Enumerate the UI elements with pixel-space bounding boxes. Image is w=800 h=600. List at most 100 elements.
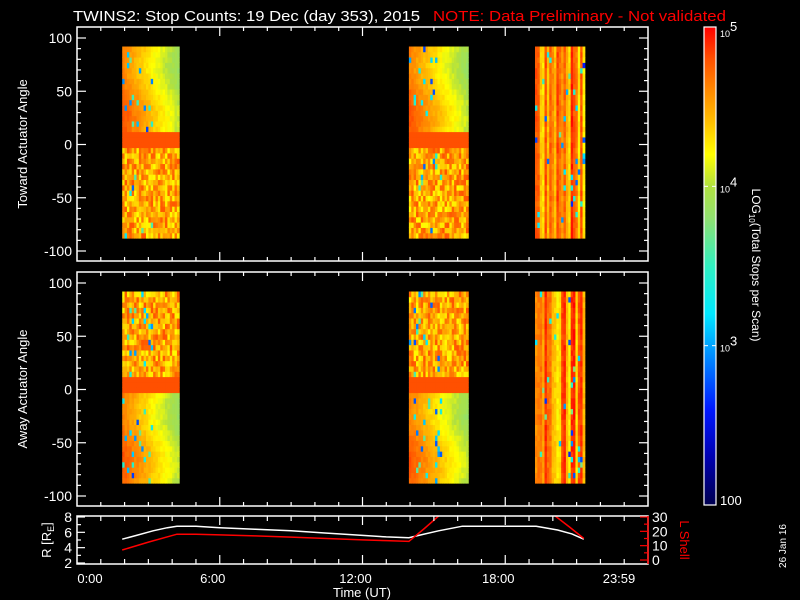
spectrogram-cell xyxy=(449,78,453,85)
spectrogram-cell xyxy=(556,62,560,69)
spectrogram-cell xyxy=(172,467,175,473)
spectrogram-cell xyxy=(418,296,422,303)
spectrogram-cell xyxy=(425,392,429,399)
spectrogram-cell xyxy=(138,366,142,372)
spectrogram-cell xyxy=(542,179,545,186)
spectrogram-cell xyxy=(165,435,168,442)
spectrogram-cell xyxy=(420,184,424,191)
spectrogram-cell xyxy=(136,307,140,314)
spectrogram-cell xyxy=(537,296,541,303)
spectrogram-cell xyxy=(174,344,178,351)
spectrogram-cell xyxy=(563,392,567,399)
spectrogram-cell xyxy=(172,291,175,298)
spectrogram-cell xyxy=(537,169,541,175)
spectrogram-cell xyxy=(148,334,152,340)
spectrogram-cell xyxy=(561,206,564,212)
spectrogram-cell xyxy=(565,296,569,303)
spectrogram-cell xyxy=(148,206,152,212)
spectrogram-cell xyxy=(427,339,431,346)
spectrogram-cell xyxy=(174,296,178,303)
spectrogram-cell xyxy=(418,360,422,367)
spectrogram-cell xyxy=(537,89,541,95)
spectrogram-cell xyxy=(432,89,436,95)
spectrogram-cell xyxy=(172,99,175,106)
spectrogram-cell xyxy=(461,296,465,303)
spectrogram-cell xyxy=(169,232,173,239)
spectrogram-cell xyxy=(546,451,550,457)
spectrogram-cell xyxy=(444,387,448,394)
spectrogram-cell xyxy=(573,350,576,356)
spectrogram-cell xyxy=(556,472,560,479)
away-angle-panel: 100500-50-100 Away Actuator Angle xyxy=(15,271,649,507)
spectrogram-cell xyxy=(577,222,581,228)
spectrogram-cell xyxy=(551,184,555,191)
spectrogram-cell xyxy=(561,307,564,314)
spectrogram-cell xyxy=(554,131,557,138)
spectrogram-cell xyxy=(416,115,419,122)
spectrogram-cell xyxy=(427,403,431,410)
spectrogram-cell xyxy=(138,472,142,479)
spectrogram-cell xyxy=(174,403,178,410)
spectrogram-cell xyxy=(176,169,180,175)
spectrogram-cell xyxy=(577,227,581,234)
spectrogram-cell xyxy=(437,110,441,117)
spectrogram-cell xyxy=(539,174,543,181)
spectrogram-cell xyxy=(129,216,133,223)
spectrogram-cell xyxy=(570,184,574,191)
spectrogram-cell xyxy=(432,398,436,404)
spectrogram-cell xyxy=(446,387,450,394)
spectrogram-cell xyxy=(551,174,555,181)
spectrogram-cell xyxy=(430,376,434,383)
spectrogram-cell xyxy=(408,392,412,399)
spectrogram-cell xyxy=(169,51,173,58)
spectrogram-cell xyxy=(565,456,569,463)
spectrogram-cell xyxy=(176,307,180,314)
spectrogram-cell xyxy=(435,105,438,111)
spectrogram-cell xyxy=(160,105,164,111)
spectrogram-cell xyxy=(162,227,166,234)
spectrogram-cell xyxy=(444,318,448,324)
spectrogram-cell xyxy=(442,131,445,138)
spectrogram-cell xyxy=(141,467,145,473)
spectrogram-cell xyxy=(162,414,166,420)
spectrogram-cell xyxy=(153,477,156,484)
spectrogram-cell xyxy=(573,73,576,79)
spectrogram-cell xyxy=(146,344,149,351)
spectrogram-cell xyxy=(537,371,541,378)
spectrogram-cell xyxy=(141,429,145,436)
spectrogram-cell xyxy=(153,147,156,154)
spectrogram-cell xyxy=(155,206,159,212)
spectrogram-cell xyxy=(167,350,171,356)
spectrogram-cell xyxy=(131,110,135,117)
spectrogram-cell xyxy=(534,169,538,175)
spectrogram-cell xyxy=(420,222,424,228)
spectrogram-cell xyxy=(449,105,453,111)
spectrogram-cell xyxy=(556,366,560,372)
spectrogram-cell xyxy=(449,302,453,308)
spectrogram-cell xyxy=(153,126,156,133)
spectrogram-cell xyxy=(539,158,543,165)
spectrogram-cell xyxy=(539,291,543,298)
spectrogram-cell xyxy=(446,371,450,378)
spectrogram-cell xyxy=(432,328,436,335)
spectrogram-cell xyxy=(153,131,156,138)
spectrogram-cell xyxy=(446,94,450,101)
spectrogram-cell xyxy=(165,366,168,372)
spectrogram-cell xyxy=(432,121,436,127)
spectrogram-cell xyxy=(446,344,450,351)
spectrogram-cell xyxy=(563,89,567,95)
spectrogram-cell xyxy=(451,371,455,378)
spectrogram-cell xyxy=(162,211,166,218)
spectrogram-cell xyxy=(430,392,434,399)
spectrogram-cell xyxy=(126,323,130,330)
spectrogram-cell xyxy=(570,46,574,53)
spectrogram-cell xyxy=(446,89,450,95)
spectrogram-cell xyxy=(563,105,567,111)
spectrogram-cell xyxy=(544,211,548,218)
spectrogram-cell xyxy=(126,461,130,468)
spectrogram-cell xyxy=(143,153,147,159)
spectrogram-cell xyxy=(155,62,159,69)
spectrogram-cell xyxy=(430,302,434,308)
spectrogram-cell xyxy=(568,440,572,447)
spectrogram-cell xyxy=(425,232,429,239)
